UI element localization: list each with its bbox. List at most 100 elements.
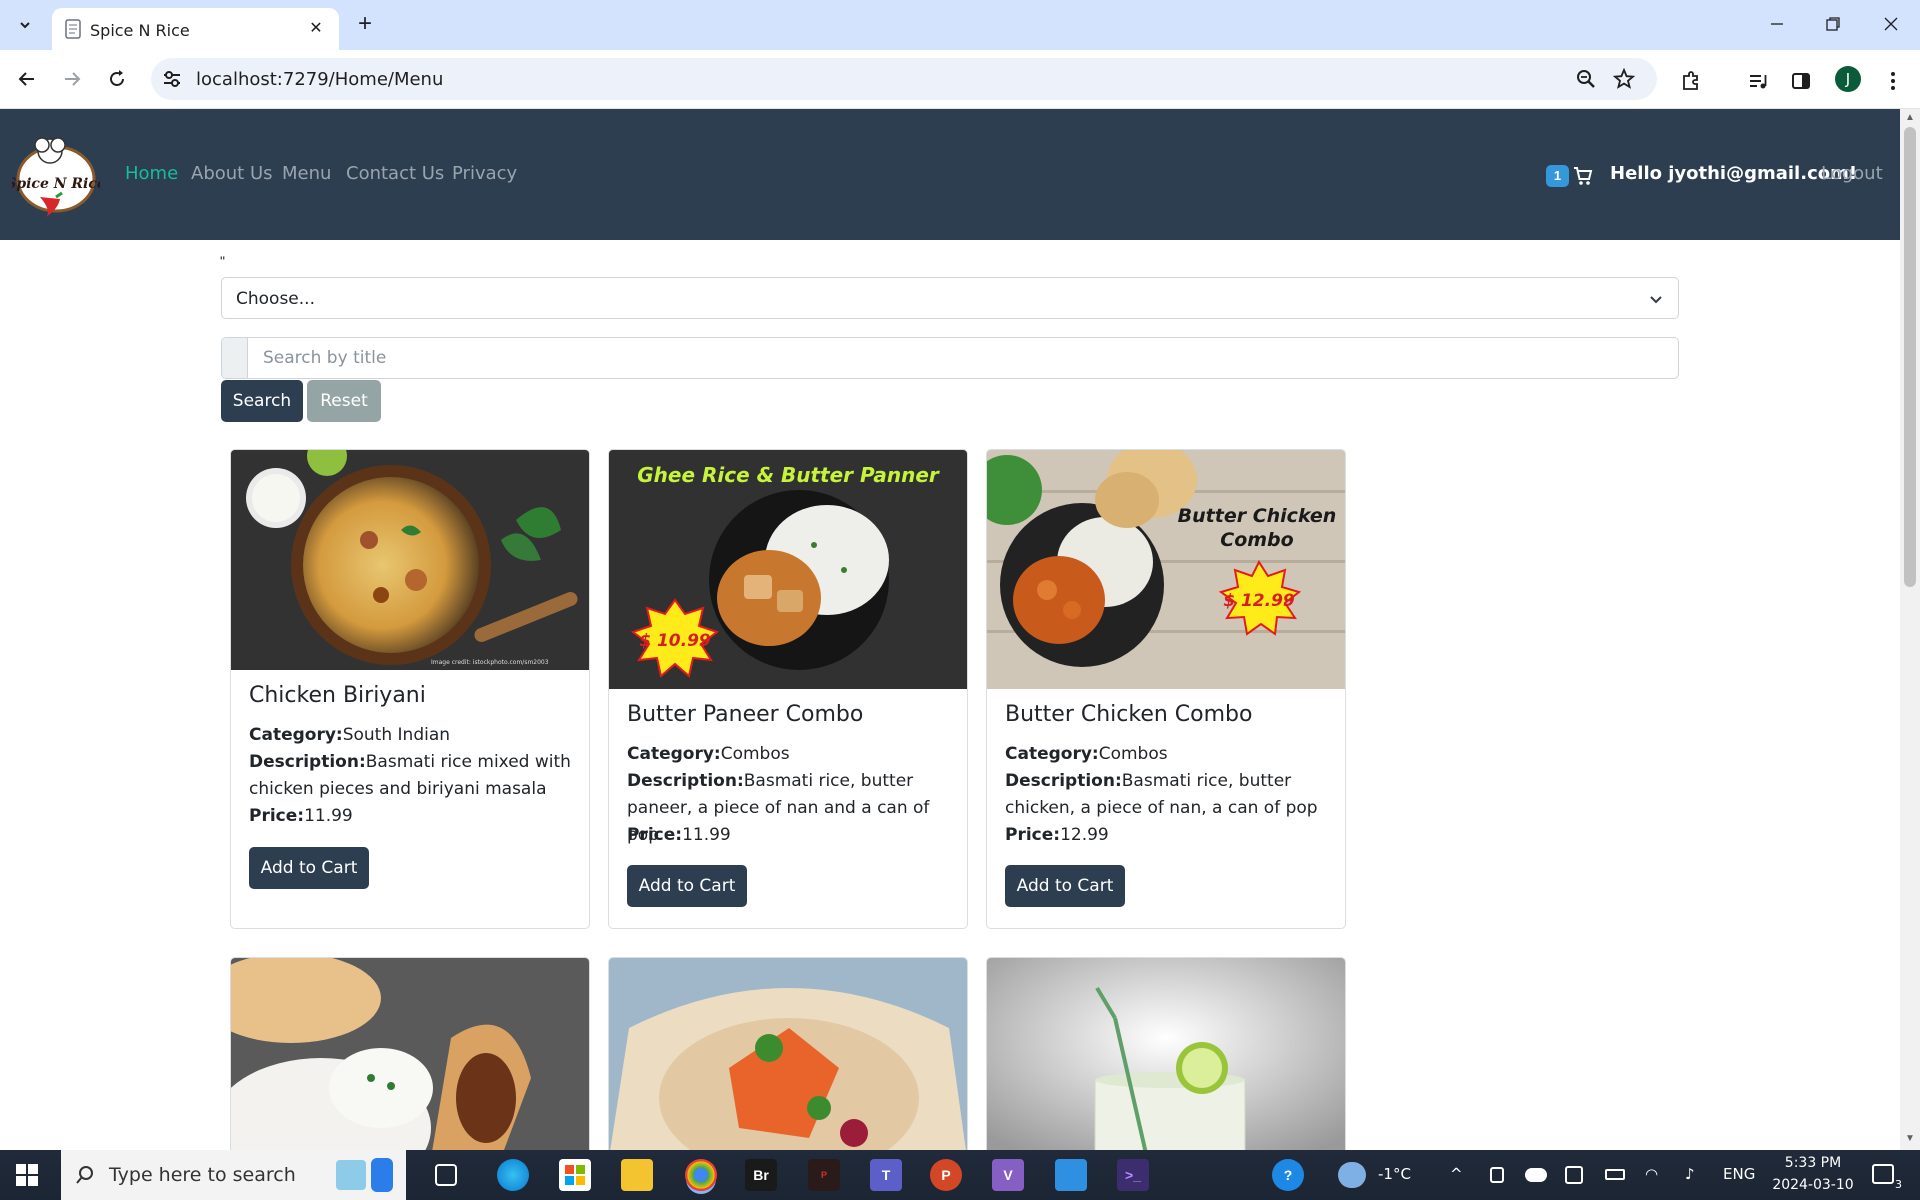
close-window-icon[interactable]	[1876, 10, 1906, 38]
back-arrow-icon[interactable]	[12, 64, 42, 94]
menu-item-card: Image credit: istockphoto.com/sm2003 Chi…	[230, 449, 590, 929]
site-settings-icon[interactable]	[161, 68, 183, 90]
address-bar[interactable]: localhost:7279/Home/Menu	[151, 58, 1657, 100]
paint-icon[interactable]	[1055, 1159, 1087, 1191]
notification-count: 3	[1895, 1178, 1902, 1191]
side-panel-icon[interactable]	[1788, 68, 1814, 94]
page-favicon-icon	[64, 19, 82, 39]
butter-paneer-combo-image: Ghee Rice & Butter Panner $ 10.99	[609, 450, 967, 689]
search-highlight-icon	[336, 1160, 366, 1190]
nav-home-link[interactable]: Home	[125, 163, 178, 184]
clock-time[interactable]: 5:33 PM	[1768, 1155, 1858, 1171]
nav-about-us-link[interactable]: About Us	[191, 163, 273, 184]
profile-avatar[interactable]: J	[1835, 66, 1861, 92]
nav-menu-link[interactable]: Menu	[282, 163, 331, 184]
store-icon[interactable]	[559, 1159, 591, 1191]
category-value: Combos	[720, 744, 790, 764]
category-value: South Indian	[342, 725, 451, 745]
menu-item-price: Price:11.99	[627, 822, 952, 849]
search-input[interactable]	[248, 338, 1678, 378]
battery-icon[interactable]	[1605, 1169, 1625, 1180]
menu-item-card	[986, 957, 1346, 1150]
bookmark-star-icon[interactable]	[1612, 67, 1636, 90]
taskbar-search-box[interactable]: Type here to search	[61, 1150, 406, 1200]
butter-chicken-combo-image: Butter Chicken Combo $ 12.99	[987, 450, 1345, 689]
wifi-icon[interactable]: ◠	[1645, 1165, 1658, 1183]
url-text[interactable]: localhost:7279/Home/Menu	[196, 69, 443, 90]
file-explorer-icon[interactable]	[621, 1159, 653, 1191]
logout-link[interactable]: Logout	[1821, 163, 1883, 184]
zoom-icon[interactable]	[1575, 68, 1597, 90]
search-button[interactable]: Search	[221, 380, 303, 422]
description-label: Description:	[249, 752, 366, 772]
scroll-up-icon[interactable]: ▲	[1904, 112, 1916, 124]
more-menu-icon[interactable]	[1880, 68, 1906, 94]
reset-button[interactable]: Reset	[307, 380, 381, 422]
add-to-cart-button[interactable]: Add to Cart	[1005, 865, 1125, 907]
category-label: Category:	[627, 744, 721, 764]
visual-studio-icon[interactable]: V	[992, 1159, 1024, 1191]
chicken-biriyani-image: Image credit: istockphoto.com/sm2003	[231, 450, 589, 670]
spice-n-rice-logo[interactable]: Spice N Rice	[6, 131, 106, 221]
bridge-icon[interactable]: Br	[745, 1159, 777, 1191]
windows-start-icon[interactable]	[16, 1164, 38, 1186]
weather-icon[interactable]	[1338, 1162, 1366, 1188]
cart-count-badge[interactable]: 1	[1546, 165, 1569, 187]
menu-item-category: Category:South Indian	[249, 722, 574, 749]
nav-contact-us-link[interactable]: Contact Us	[346, 163, 444, 184]
powerpoint-icon[interactable]: P	[930, 1159, 962, 1191]
project-icon[interactable]: P	[808, 1159, 840, 1191]
show-hidden-icons-icon[interactable]: ^	[1450, 1165, 1463, 1183]
scroll-thumb[interactable]	[1904, 127, 1916, 587]
volume-icon[interactable]: ♪	[1685, 1165, 1695, 1183]
meet-now-icon[interactable]	[1490, 1167, 1504, 1183]
category-select[interactable]: Choose...	[221, 277, 1679, 319]
device-icon[interactable]	[1565, 1166, 1583, 1184]
task-view-icon[interactable]	[435, 1164, 457, 1186]
tab-title: Spice N Rice	[90, 21, 190, 40]
scroll-down-icon[interactable]: ▼	[1904, 1133, 1916, 1145]
price-value: 12.99	[1060, 825, 1109, 845]
teams-icon[interactable]: T	[870, 1159, 902, 1191]
extensions-icon[interactable]	[1678, 68, 1704, 94]
media-controls-icon[interactable]	[1745, 68, 1771, 94]
windows-taskbar: Type here to search Br P T P V >_ ? -1°C…	[0, 1150, 1920, 1200]
site-navbar: Spice N Rice Home About Us Menu Contact …	[0, 109, 1900, 240]
chrome-icon[interactable]	[685, 1159, 717, 1191]
shopping-cart-icon[interactable]	[1572, 165, 1594, 187]
restore-icon[interactable]	[1818, 10, 1848, 38]
nav-privacy-link[interactable]: Privacy	[452, 163, 517, 184]
add-to-cart-button[interactable]: Add to Cart	[249, 847, 369, 889]
language-indicator[interactable]: ENG	[1723, 1165, 1755, 1183]
image-heading-text: Ghee Rice & Butter Panner	[637, 463, 940, 487]
price-label: Price:	[1005, 825, 1061, 845]
description-label: Description:	[1005, 771, 1122, 791]
menu-item-category: Category:Combos	[1005, 741, 1330, 768]
image-heading-line1: Butter Chicken	[1178, 505, 1337, 527]
add-to-cart-button[interactable]: Add to Cart	[627, 865, 747, 907]
logo-text: Spice N Rice	[12, 176, 100, 192]
edge-icon[interactable]	[497, 1159, 529, 1191]
category-label: Category:	[1005, 744, 1099, 764]
chevron-down-icon	[1648, 291, 1664, 307]
tab-search-chevron-icon[interactable]	[10, 10, 40, 40]
page-viewport: Spice N Rice Home About Us Menu Contact …	[0, 109, 1900, 1150]
menu-item-title: Butter Paneer Combo	[627, 702, 864, 727]
reload-icon[interactable]	[102, 64, 132, 94]
notifications-icon[interactable]	[1872, 1164, 1894, 1184]
help-icon[interactable]: ?	[1272, 1159, 1304, 1191]
browser-tab[interactable]: Spice N Rice ✕	[52, 8, 339, 50]
menu-item-price: Price:12.99	[1005, 822, 1330, 849]
close-tab-icon[interactable]: ✕	[305, 17, 327, 39]
page-scrollbar[interactable]: ▲ ▼	[1900, 109, 1920, 1150]
terminal-icon[interactable]: >_	[1117, 1159, 1149, 1191]
minimize-icon[interactable]	[1762, 10, 1792, 38]
new-tab-icon[interactable]: +	[352, 12, 378, 38]
weather-temperature[interactable]: -1°C	[1378, 1165, 1411, 1183]
menu-item-card: Butter Chicken Combo $ 12.99 Butter Chic…	[986, 449, 1346, 929]
price-value: 11.99	[682, 825, 731, 845]
forward-arrow-icon[interactable]	[57, 64, 87, 94]
clock-date[interactable]: 2024-03-10	[1768, 1177, 1858, 1193]
menu-item-price: Price:11.99	[249, 803, 574, 830]
onedrive-icon[interactable]	[1525, 1168, 1547, 1182]
